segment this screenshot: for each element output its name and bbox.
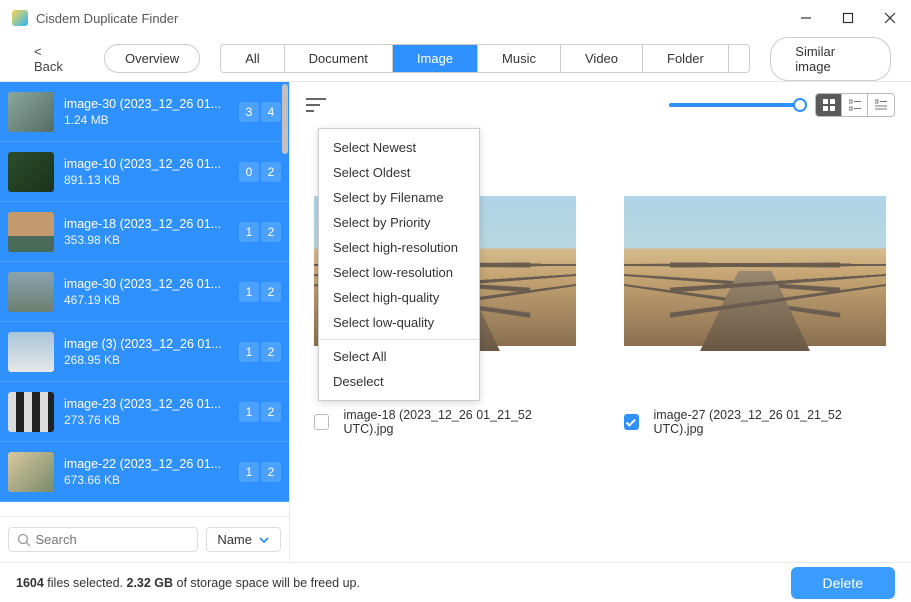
app-icon (12, 10, 28, 26)
list-item[interactable]: image-30 (2023_12_26 01... 1.24 MB 3 4 (0, 82, 289, 142)
tab-document[interactable]: Document (285, 45, 393, 72)
tab-folder[interactable]: Folder (643, 45, 729, 72)
view-list-button[interactable] (868, 94, 894, 116)
app-title: Cisdem Duplicate Finder (36, 11, 178, 26)
close-button[interactable] (881, 9, 899, 27)
footer: 1604 files selected. 2.32 GB of storage … (0, 562, 911, 602)
list-thumb (8, 212, 54, 252)
list-item-size: 273.76 KB (64, 413, 239, 427)
view-compact-button[interactable] (842, 94, 868, 116)
search-icon (17, 533, 30, 547)
search-box[interactable] (8, 527, 198, 552)
list-item-name: image-23 (2023_12_26 01... (64, 397, 239, 411)
selection-context-menu: Select NewestSelect OldestSelect by File… (318, 128, 480, 401)
menu-divider (319, 339, 479, 340)
back-button[interactable]: < Back (20, 38, 84, 80)
menu-item[interactable]: Select low-quality (319, 310, 479, 335)
list-item-size: 353.98 KB (64, 233, 239, 247)
menu-item[interactable]: Select low-resolution (319, 260, 479, 285)
preview-filename-right: image-27 (2023_12_26 01_21_52 UTC).jpg (653, 408, 886, 436)
view-grid-button[interactable] (816, 94, 842, 116)
list-item-size: 1.24 MB (64, 113, 239, 127)
preview-filename-left: image-18 (2023_12_26 01_21_52 UTC).jpg (343, 408, 576, 436)
list-item-size: 268.95 KB (64, 353, 239, 367)
sort-select[interactable]: Name (206, 527, 281, 552)
toolbar: < Back Overview All Document Image Music… (0, 36, 911, 82)
preview-image-right[interactable] (624, 196, 886, 346)
zoom-slider[interactable] (669, 103, 799, 107)
list-item-name: image-22 (2023_12_26 01... (64, 457, 239, 471)
menu-item[interactable]: Select Newest (319, 135, 479, 160)
tab-video[interactable]: Video (561, 45, 643, 72)
search-input[interactable] (36, 532, 190, 547)
badge-selected-count: 1 (239, 222, 259, 242)
list-thumb (8, 92, 54, 132)
list-item-size: 467.19 KB (64, 293, 239, 307)
list-item[interactable]: image-18 (2023_12_26 01... 353.98 KB 1 2 (0, 202, 289, 262)
badge-total-count: 2 (261, 222, 281, 242)
list-thumb (8, 152, 54, 192)
menu-item[interactable]: Select All (319, 344, 479, 369)
tab-other[interactable]: Other (729, 45, 750, 72)
slider-thumb[interactable] (793, 98, 807, 112)
tab-all[interactable]: All (221, 45, 284, 72)
list-item[interactable]: image-10 (2023_12_26 01... 891.13 KB 0 2 (0, 142, 289, 202)
list-item-name: image (3) (2023_12_26 01... (64, 337, 239, 351)
badge-selected-count: 1 (239, 462, 259, 482)
list-thumb (8, 392, 54, 432)
sort-label: Name (217, 532, 252, 547)
list-thumb (8, 332, 54, 372)
filter-menu-button[interactable] (306, 97, 326, 113)
maximize-button[interactable] (839, 9, 857, 27)
overview-button[interactable]: Overview (104, 44, 200, 73)
badge-selected-count: 1 (239, 402, 259, 422)
minimize-button[interactable] (797, 9, 815, 27)
checkbox-right[interactable] (624, 414, 639, 430)
menu-item[interactable]: Select high-resolution (319, 235, 479, 260)
list-item-name: image-30 (2023_12_26 01... (64, 97, 239, 111)
menu-item[interactable]: Deselect (319, 369, 479, 394)
similar-image-button[interactable]: Similar image (770, 37, 891, 81)
badge-total-count: 2 (261, 402, 281, 422)
badge-total-count: 2 (261, 282, 281, 302)
list-item-name: image-30 (2023_12_26 01... (64, 277, 239, 291)
duplicate-list[interactable]: image-30 (2023_12_26 01... 1.24 MB 3 4 i… (0, 82, 289, 502)
list-item[interactable]: image-23 (2023_12_26 01... 273.76 KB 1 2 (0, 382, 289, 442)
list-item-name: image-18 (2023_12_26 01... (64, 217, 239, 231)
tab-music[interactable]: Music (478, 45, 561, 72)
badge-total-count: 4 (261, 102, 281, 122)
footer-status: 1604 files selected. 2.32 GB of storage … (16, 576, 360, 590)
list-item-name: image-10 (2023_12_26 01... (64, 157, 239, 171)
tab-group: All Document Image Music Video Folder Ot… (220, 44, 750, 73)
badge-total-count: 2 (261, 462, 281, 482)
list-item-size: 673.66 KB (64, 473, 239, 487)
badge-selected-count: 1 (239, 282, 259, 302)
badge-selected-count: 3 (239, 102, 259, 122)
scrollbar-thumb[interactable] (282, 84, 288, 154)
list-item[interactable]: image (3) (2023_12_26 01... 268.95 KB 1 … (0, 322, 289, 382)
list-item[interactable]: image-22 (2023_12_26 01... 673.66 KB 1 2 (0, 442, 289, 502)
checkbox-left[interactable] (314, 414, 329, 430)
sidebar: image-30 (2023_12_26 01... 1.24 MB 3 4 i… (0, 82, 290, 562)
list-thumb (8, 272, 54, 312)
menu-item[interactable]: Select high-quality (319, 285, 479, 310)
badge-selected-count: 0 (239, 162, 259, 182)
badge-total-count: 2 (261, 342, 281, 362)
chevron-down-icon (258, 534, 270, 546)
tab-image[interactable]: Image (393, 45, 478, 72)
menu-item[interactable]: Select Oldest (319, 160, 479, 185)
titlebar: Cisdem Duplicate Finder (0, 0, 911, 36)
badge-total-count: 2 (261, 162, 281, 182)
delete-button[interactable]: Delete (791, 567, 895, 599)
preview-card-right: image-27 (2023_12_26 01_21_52 UTC).jpg (624, 128, 886, 562)
list-item-size: 891.13 KB (64, 173, 239, 187)
list-thumb (8, 452, 54, 492)
badge-selected-count: 1 (239, 342, 259, 362)
view-toggle (815, 93, 895, 117)
list-item[interactable]: image-30 (2023_12_26 01... 467.19 KB 1 2 (0, 262, 289, 322)
menu-item[interactable]: Select by Priority (319, 210, 479, 235)
menu-item[interactable]: Select by Filename (319, 185, 479, 210)
